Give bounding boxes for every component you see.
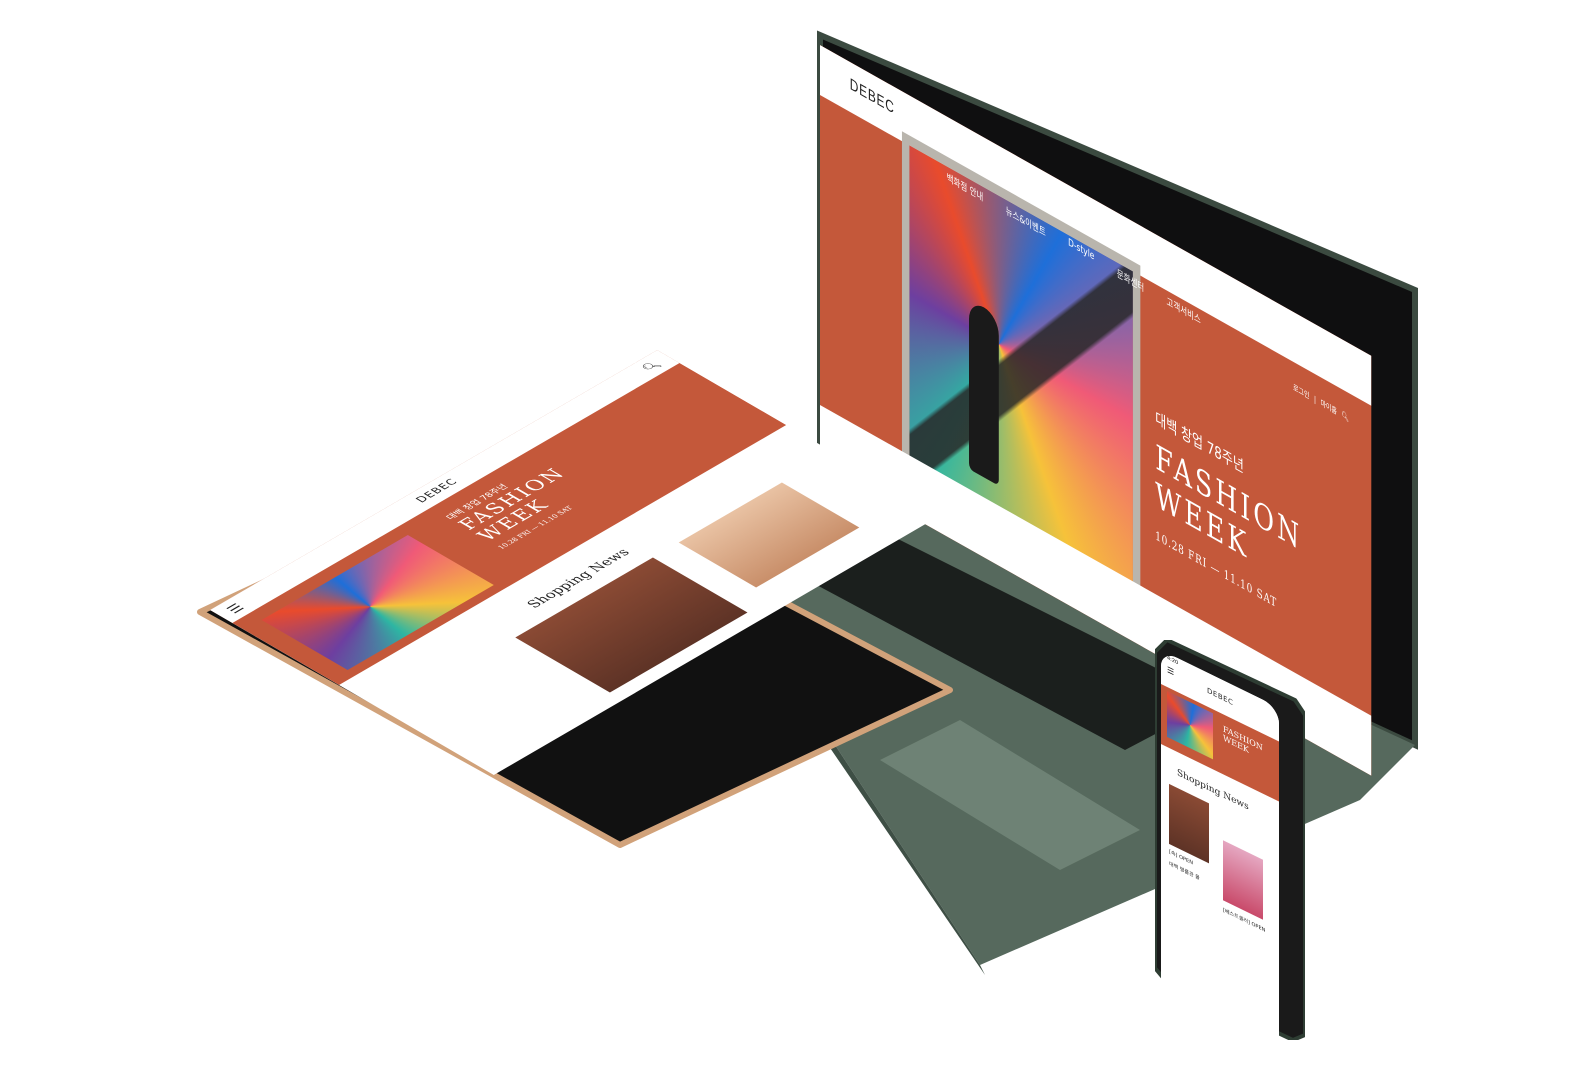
phone-news-label[interactable]: 대백 명품관 몰 [1169, 860, 1200, 882]
search-icon[interactable]: 🔍︎ [639, 359, 664, 374]
phone-logo[interactable]: DEBEC [1207, 686, 1233, 707]
phone-news-photo[interactable] [1223, 840, 1263, 920]
phone-status-time: 4:20 [1167, 654, 1179, 667]
hamburger-menu-icon[interactable]: ☰ [224, 602, 249, 616]
hamburger-menu-icon[interactable]: ☰ [1167, 665, 1174, 677]
tablet-news-photo[interactable] [678, 482, 860, 588]
phone-device: ☰ DEBEC 4:20 FASHION WEEK Shopping News … [1155, 640, 1305, 1068]
phone-website-screen: ☰ DEBEC 4:20 FASHION WEEK Shopping News … [1161, 650, 1279, 1068]
